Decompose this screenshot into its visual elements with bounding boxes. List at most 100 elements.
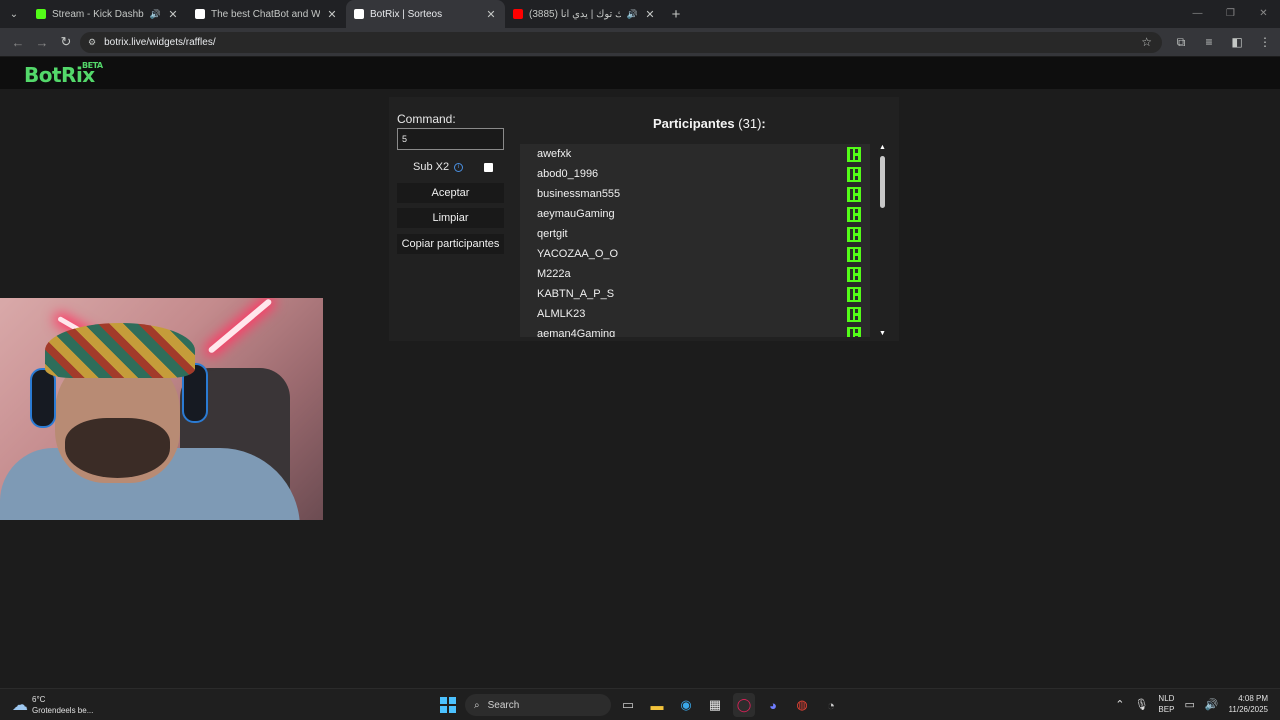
opera-gx-icon[interactable]: ◯ <box>733 693 755 717</box>
browser-toolbar: ← → ↻ ⚙ botrix.live/widgets/raffles/ ☆ ⧉… <box>0 28 1280 56</box>
participant-name: ALMLK23 <box>537 308 586 320</box>
task-view-icon[interactable]: ▭ <box>617 693 639 717</box>
lang-bottom: BEP <box>1158 705 1175 714</box>
minimize-icon[interactable]: — <box>1181 0 1214 28</box>
tab-audio-icon[interactable]: 🔊 <box>150 9 161 20</box>
site-header: BotRix BETA <box>0 57 1280 89</box>
kick-platform-icon <box>847 206 861 222</box>
back-icon[interactable]: ← <box>6 35 30 50</box>
start-button-icon[interactable] <box>440 697 456 713</box>
kick-platform-icon <box>847 186 861 202</box>
kick-platform-icon <box>847 146 861 162</box>
participant-row[interactable]: awefxk <box>520 144 870 164</box>
url-text: botrix.live/widgets/raffles/ <box>104 37 216 48</box>
browser-tab[interactable]: Stream - Kick Dashboard 🔊 ✕ <box>28 0 187 28</box>
lang-top: NLD <box>1158 694 1175 703</box>
discord-icon[interactable]: ◕ <box>762 693 784 717</box>
site-info-icon[interactable]: ⚙ <box>88 37 96 48</box>
participants-scrollbar[interactable]: ▲ ▼ <box>878 144 888 337</box>
weather-desc: Grotendeels be... <box>32 706 94 715</box>
participant-row[interactable]: YACOZAA_O_O <box>520 244 870 264</box>
volume-icon[interactable]: 🔊 <box>1205 698 1219 711</box>
browser-tab[interactable]: BotRix | Sorteos ✕ <box>346 0 505 28</box>
participant-row[interactable]: businessman555 <box>520 184 870 204</box>
tab-close-icon[interactable]: ✕ <box>485 8 497 21</box>
search-icon: ⌕ <box>474 699 480 711</box>
clock-date: 11/26/2025 <box>1228 705 1268 714</box>
network-icon[interactable]: ▭ <box>1184 698 1194 711</box>
forward-icon[interactable]: → <box>30 35 54 50</box>
weather-widget[interactable]: ☁ 6°C Grotendeels be... <box>12 694 93 716</box>
clock-time: 4:08 PM <box>1238 694 1268 703</box>
windows-taskbar: ☁ 6°C Grotendeels be... ⌕ Search ▭ ▬ ◉ ▦… <box>0 688 1280 720</box>
scroll-up-arrow-icon[interactable]: ▲ <box>879 144 886 151</box>
webcam-person-beard <box>65 418 170 478</box>
tab-audio-icon[interactable]: 🔊 <box>627 9 638 20</box>
copy-participants-button[interactable]: Copiar participantes <box>397 234 504 254</box>
participant-row[interactable]: aeman4Gaming <box>520 324 870 337</box>
participant-name: aeymauGaming <box>537 208 615 220</box>
clear-button[interactable]: Limpiar <box>397 208 504 228</box>
kick-platform-icon <box>847 326 861 337</box>
maximize-icon[interactable]: ❐ <box>1214 0 1247 28</box>
tab-close-icon[interactable]: ✕ <box>326 8 338 21</box>
tab-favicon-icon <box>513 9 523 19</box>
botrix-logo[interactable]: BotRix BETA <box>24 61 103 87</box>
accept-button[interactable]: Aceptar <box>397 183 504 203</box>
tab-close-icon[interactable]: ✕ <box>644 8 656 21</box>
tab-title: BotRix | Sorteos <box>370 8 443 20</box>
info-icon[interactable]: i <box>454 162 464 172</box>
file-explorer-icon[interactable]: ▬ <box>646 693 668 717</box>
participants-count: (31) <box>738 116 762 131</box>
participant-row[interactable]: qertgit <box>520 224 870 244</box>
menu-icon[interactable]: ⋮ <box>1256 35 1274 49</box>
profile-icon[interactable]: ◧ <box>1228 35 1246 49</box>
chrome-icon[interactable]: ◍ <box>791 693 813 717</box>
kick-platform-icon <box>847 286 861 302</box>
command-input[interactable] <box>397 128 504 150</box>
participant-name: KABTN_A_P_S <box>537 288 615 300</box>
taskbar-search[interactable]: ⌕ Search <box>465 694 611 716</box>
webcam-headset-left <box>30 368 56 428</box>
participant-name: abod0_1996 <box>537 168 599 180</box>
tab-search-chevron-icon[interactable]: ⌄ <box>0 0 28 28</box>
command-label: Command: <box>397 112 456 126</box>
participant-row[interactable]: KABTN_A_P_S <box>520 284 870 304</box>
participant-row[interactable]: abod0_1996 <box>520 164 870 184</box>
sub-x2-row: Sub X2 i <box>413 161 493 173</box>
webcam-person-cap <box>45 323 195 378</box>
scroll-thumb[interactable] <box>880 156 885 208</box>
steam-icon[interactable]: ◔ <box>820 693 842 717</box>
participant-name: M222a <box>537 268 571 280</box>
participant-row[interactable]: ALMLK23 <box>520 304 870 324</box>
sub-x2-checkbox[interactable] <box>484 163 493 172</box>
address-bar[interactable]: ⚙ botrix.live/widgets/raffles/ ☆ <box>80 32 1162 53</box>
clock[interactable]: 4:08 PM 11/26/2025 <box>1229 693 1268 715</box>
language-indicator[interactable]: NLD BEP <box>1158 693 1174 715</box>
extensions-icon[interactable]: ⧉ <box>1172 35 1190 50</box>
participant-row[interactable]: aeymauGaming <box>520 204 870 224</box>
kick-platform-icon <box>847 266 861 282</box>
tab-close-icon[interactable]: ✕ <box>167 8 179 21</box>
close-window-icon[interactable]: ✕ <box>1247 0 1280 28</box>
chevron-up-icon[interactable]: ⌃ <box>1115 698 1124 711</box>
tab-favicon-icon <box>36 9 46 19</box>
new-tab-button[interactable]: + <box>664 6 688 23</box>
beta-badge: BETA <box>82 61 103 70</box>
participant-name: aeman4Gaming <box>537 328 616 337</box>
media-controls-icon[interactable]: ≡ <box>1200 35 1218 49</box>
store-icon[interactable]: ▦ <box>704 693 726 717</box>
edge-icon[interactable]: ◉ <box>675 693 697 717</box>
cloud-icon: ☁ <box>12 697 28 714</box>
kick-platform-icon <box>847 166 861 182</box>
participants-list[interactable]: awefxk abod0_1996 businessman555 aeymauGami… <box>520 144 870 337</box>
scroll-down-arrow-icon[interactable]: ▼ <box>879 330 886 337</box>
sub-x2-label: Sub X2 <box>413 161 450 173</box>
window-controls: — ❐ ✕ <box>1181 0 1280 28</box>
reload-icon[interactable]: ↻ <box>54 34 78 50</box>
microphone-icon[interactable]: 🎙 <box>1134 698 1148 711</box>
browser-tab[interactable]: (3885) ترند تيك توك | يدي انا 🔊 ✕ <box>505 0 664 28</box>
participant-row[interactable]: M222a <box>520 264 870 284</box>
browser-tab[interactable]: The best ChatBot and Widgets ✕ <box>187 0 346 28</box>
bookmark-star-icon[interactable]: ☆ <box>1141 35 1152 49</box>
